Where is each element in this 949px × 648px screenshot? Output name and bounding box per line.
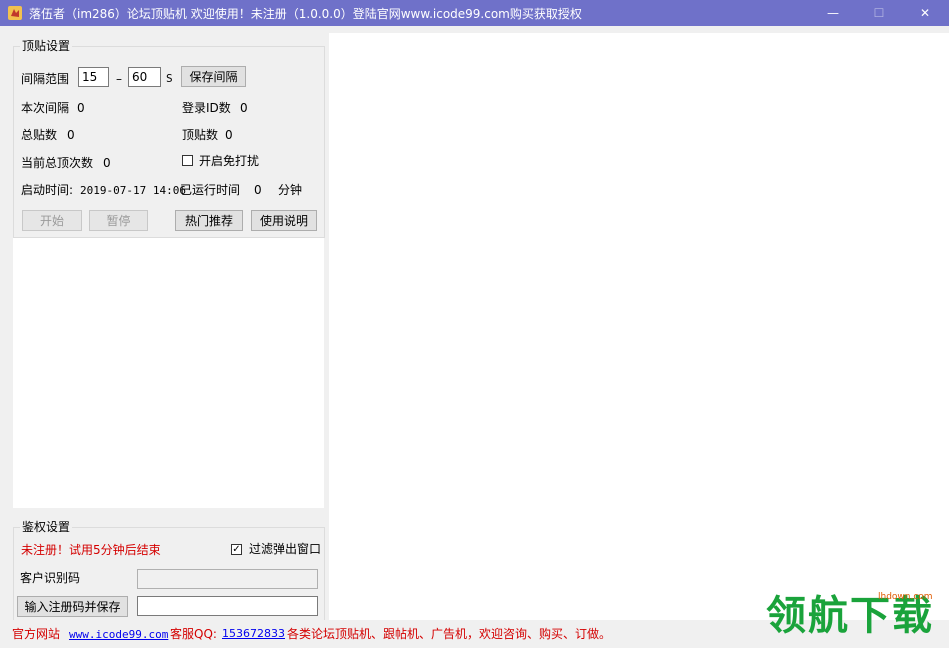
interval-unit: S [166, 72, 173, 85]
auth-settings-legend: 鉴权设置 [20, 520, 73, 534]
log-listbox[interactable] [13, 238, 324, 508]
no-disturb-checkbox[interactable] [182, 155, 193, 166]
current-total-value: 0 [103, 156, 111, 170]
no-disturb-label[interactable]: 开启免打扰 [199, 153, 259, 169]
pause-button[interactable]: 暂停 [89, 210, 148, 231]
maximize-button[interactable]: ☐ [856, 0, 902, 26]
site-link[interactable]: www.icode99.com [69, 627, 168, 643]
start-time-value: 2019-07-17 14:06 [80, 184, 186, 197]
site-label: 官方网站 [12, 627, 61, 641]
interval-min-input[interactable]: 15 [78, 67, 109, 87]
save-interval-button[interactable]: 保存间隔 [181, 66, 246, 87]
interval-dash: – [116, 72, 122, 86]
login-id-value: 0 [240, 101, 248, 115]
total-posts-value: 0 [67, 128, 75, 142]
register-code-button[interactable]: 输入注册码并保存 [17, 596, 128, 617]
client-code-label: 客户识别码 [20, 571, 81, 585]
run-time-value: 0 [254, 183, 262, 197]
top-settings-legend: 顶贴设置 [20, 39, 73, 53]
watermark-sub: lhdown.com [878, 592, 933, 602]
qq-label: 客服QQ: [170, 627, 217, 641]
interval-max-input[interactable]: 60 [128, 67, 161, 87]
this-interval-value: 0 [77, 101, 85, 115]
top-posts-value: 0 [225, 128, 233, 142]
watermark-logo: 领航下载 lhdown.com [762, 590, 947, 646]
top-posts-label: 顶贴数 [182, 128, 219, 142]
interval-label: 间隔范围 [21, 72, 70, 86]
close-button[interactable]: ✕ [902, 0, 948, 26]
client-code-input [137, 569, 318, 589]
left-panel: 顶贴设置 间隔范围 15 – 60 S 保存间隔 本次间隔 0 登录ID数 0 … [0, 26, 328, 623]
start-button[interactable]: 开始 [22, 210, 82, 231]
help-button[interactable]: 使用说明 [251, 210, 317, 231]
minimize-button[interactable]: — [810, 0, 856, 26]
filter-popup-label[interactable]: 过滤弹出窗口 [249, 541, 321, 557]
this-interval-label: 本次间隔 [21, 101, 70, 115]
app-icon [8, 6, 22, 20]
run-time-label: 已运行时间 [180, 183, 241, 197]
current-total-label: 当前总顶次数 [21, 156, 94, 170]
browser-panel[interactable] [329, 33, 949, 620]
window-title: 落伍者（im286）论坛顶贴机 欢迎使用！未注册（1.0.0.0）登陆官网www… [29, 6, 582, 21]
filter-popup-checkbox[interactable]: ✓ [231, 544, 242, 555]
run-time-unit: 分钟 [278, 183, 303, 197]
start-time-label: 启动时间: [21, 183, 74, 197]
total-posts-label: 总贴数 [21, 128, 58, 142]
trial-notice: 未注册！试用5分钟后结束 [21, 543, 161, 557]
register-code-input[interactable] [137, 596, 318, 616]
qq-link[interactable]: 153672833 [222, 626, 285, 642]
slogan-text: 各类论坛顶贴机、跟帖机、广告机，欢迎咨询、购买、订做。 [287, 627, 612, 641]
hot-recommend-button[interactable]: 热门推荐 [175, 210, 243, 231]
login-id-label: 登录ID数 [182, 101, 231, 115]
title-bar: 落伍者（im286）论坛顶贴机 欢迎使用！未注册（1.0.0.0）登陆官网www… [0, 0, 949, 26]
